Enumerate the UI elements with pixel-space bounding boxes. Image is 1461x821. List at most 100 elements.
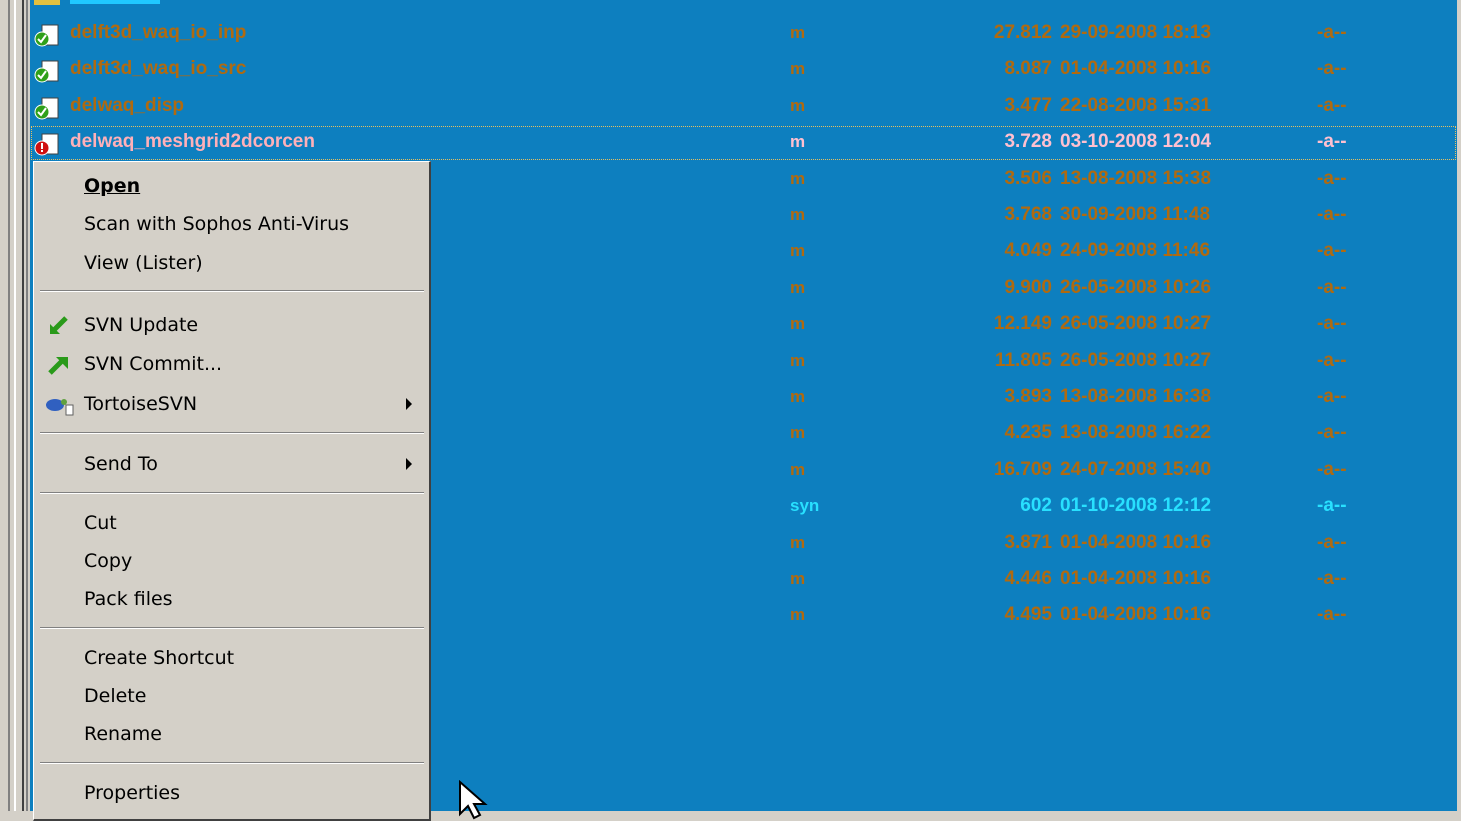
table-row[interactable]: delft3d_waq_io_inp m 27.812 29-09-2008 18:1… bbox=[30, 16, 1457, 52]
file-extension: m bbox=[790, 350, 806, 370]
file-attributes: -a-- bbox=[1317, 495, 1347, 517]
file-attributes: -a-- bbox=[1317, 422, 1347, 444]
file-date: 01-10-2008 12:12 bbox=[1060, 495, 1212, 517]
file-attributes: -a-- bbox=[1317, 386, 1347, 407]
file-name: delwaq_meshgrid2dcorcen bbox=[70, 131, 315, 153]
file-date: 03-10-2008 12:04 bbox=[1060, 131, 1212, 153]
table-row[interactable]: delft3d_waq_io_src m 8.087 01-04-2008 10:16… bbox=[30, 52, 1457, 88]
tortoisesvn-icon bbox=[44, 393, 74, 417]
file-size: 4.446 bbox=[1004, 568, 1052, 589]
menu-item-label: Create Shortcut bbox=[84, 647, 235, 669]
menu-item-label: SVN Commit... bbox=[84, 353, 223, 375]
menu-item-label: Copy bbox=[84, 550, 133, 572]
menu-item-view-lister[interactable]: View (Lister) bbox=[34, 245, 428, 281]
menu-item-label: Cut bbox=[84, 512, 117, 534]
file-date: 29-09-2008 18:13 bbox=[1060, 22, 1212, 43]
file-date: 01-04-2008 10:16 bbox=[1060, 604, 1212, 626]
file-name: delwaq_disp bbox=[70, 94, 185, 116]
menu-item-create-shortcut[interactable]: Create Shortcut bbox=[34, 640, 428, 676]
table-row[interactable]: delwaq_disp m 3.477 22-08-2008 15:31 -a-- bbox=[30, 89, 1457, 125]
file-attributes: -a-- bbox=[1317, 458, 1347, 480]
menu-item-copy[interactable]: Copy bbox=[34, 543, 428, 579]
file-date: 24-07-2008 15:40 bbox=[1060, 458, 1212, 480]
file-size: 27.812 bbox=[993, 22, 1052, 43]
menu-item-scan-sophos[interactable]: Scan with Sophos Anti-Virus bbox=[34, 206, 428, 242]
list-item[interactable] bbox=[70, 0, 160, 4]
menu-item-rename[interactable]: Rename bbox=[34, 716, 428, 752]
menu-item-label: SVN Update bbox=[84, 314, 199, 336]
menu-separator bbox=[40, 432, 424, 434]
file-size: 3.768 bbox=[1004, 204, 1052, 225]
file-size: 4.495 bbox=[1004, 604, 1052, 626]
file-size: 12.149 bbox=[993, 313, 1052, 335]
file-extension: m bbox=[790, 605, 806, 625]
file-extension: m bbox=[790, 95, 806, 115]
menu-item-send-to[interactable]: Send To bbox=[34, 446, 428, 482]
menu-item-svn-commit[interactable]: SVN Commit... bbox=[34, 346, 428, 382]
file-attributes: -a-- bbox=[1317, 94, 1347, 116]
menu-item-open[interactable]: Open bbox=[34, 168, 428, 204]
file-name: delft3d_waq_io_src bbox=[70, 58, 247, 80]
menu-separator bbox=[40, 627, 424, 629]
file-size: 3.893 bbox=[1004, 386, 1052, 407]
panel-border bbox=[1457, 0, 1461, 811]
mouse-pointer-icon bbox=[459, 780, 488, 820]
menu-item-label: Open bbox=[84, 175, 141, 197]
submenu-arrow-icon bbox=[406, 458, 412, 470]
menu-item-properties[interactable]: Properties bbox=[34, 775, 428, 811]
submenu-arrow-icon bbox=[406, 398, 412, 410]
menu-item-label: Send To bbox=[84, 453, 158, 475]
file-attributes: -a-- bbox=[1317, 22, 1347, 43]
table-row[interactable]: delwaq_meshgrid2dcorcen m 3.728 03-10-2008 … bbox=[30, 125, 1457, 161]
menu-item-label: Pack files bbox=[84, 588, 173, 610]
file-attributes: -a-- bbox=[1317, 568, 1347, 589]
file-date: 13-08-2008 15:38 bbox=[1060, 167, 1212, 189]
file-size: 4.049 bbox=[1004, 240, 1052, 262]
svn-update-icon bbox=[44, 314, 74, 338]
file-extension: m bbox=[790, 59, 806, 79]
file-size: 3.506 bbox=[1004, 167, 1052, 189]
file-attributes: -a-- bbox=[1317, 604, 1347, 626]
menu-item-pack-files[interactable]: Pack files bbox=[34, 581, 428, 617]
file-attributes: -a-- bbox=[1317, 313, 1347, 335]
file-extension: m bbox=[790, 277, 806, 297]
menu-item-label: Rename bbox=[84, 723, 162, 745]
file-attributes: -a-- bbox=[1317, 349, 1347, 371]
file-extension: m bbox=[790, 168, 806, 188]
file-size: 16.709 bbox=[993, 458, 1052, 480]
file-date: 22-08-2008 15:31 bbox=[1060, 94, 1212, 116]
file-extension: m bbox=[790, 205, 806, 224]
file-extension: syn bbox=[790, 496, 820, 516]
menu-item-label: Scan with Sophos Anti-Virus bbox=[84, 213, 350, 235]
file-size: 602 bbox=[1020, 495, 1052, 517]
file-date: 01-04-2008 10:16 bbox=[1060, 58, 1212, 80]
menu-item-delete[interactable]: Delete bbox=[34, 678, 428, 714]
menu-item-label: View (Lister) bbox=[84, 252, 203, 274]
menu-item-svn-update[interactable]: SVN Update bbox=[34, 307, 428, 343]
file-date: 01-04-2008 10:16 bbox=[1060, 531, 1212, 553]
file-attributes: -a-- bbox=[1317, 531, 1347, 553]
menu-item-cut[interactable]: Cut bbox=[34, 505, 428, 541]
file-size: 4.235 bbox=[1004, 422, 1052, 444]
file-extension: m bbox=[790, 132, 806, 152]
file-date: 26-05-2008 10:26 bbox=[1060, 276, 1212, 298]
file-date: 24-09-2008 11:46 bbox=[1060, 240, 1211, 262]
file-attributes: -a-- bbox=[1317, 240, 1347, 262]
file-date: 01-04-2008 10:16 bbox=[1060, 568, 1212, 589]
window-frame-left bbox=[0, 0, 30, 811]
menu-item-tortoisesvn[interactable]: TortoiseSVN bbox=[34, 386, 428, 422]
file-extension: m bbox=[790, 241, 806, 261]
file-extension: m bbox=[790, 423, 806, 443]
file-date: 26-05-2008 10:27 bbox=[1060, 349, 1212, 371]
file-date: 30-09-2008 11:48 bbox=[1060, 204, 1211, 225]
context-menu: Open Scan with Sophos Anti-Virus View (L… bbox=[33, 161, 431, 821]
svn-modified-icon bbox=[34, 133, 60, 157]
file-size: 8.087 bbox=[1004, 58, 1052, 80]
file-size: 9.900 bbox=[1004, 276, 1052, 298]
svn-commit-icon bbox=[44, 353, 74, 377]
menu-item-label: TortoiseSVN bbox=[84, 393, 198, 415]
file-date: 26-05-2008 10:27 bbox=[1060, 313, 1212, 335]
file-attributes: -a-- bbox=[1317, 276, 1347, 298]
file-size: 11.805 bbox=[994, 349, 1052, 371]
file-extension: m bbox=[790, 387, 806, 406]
